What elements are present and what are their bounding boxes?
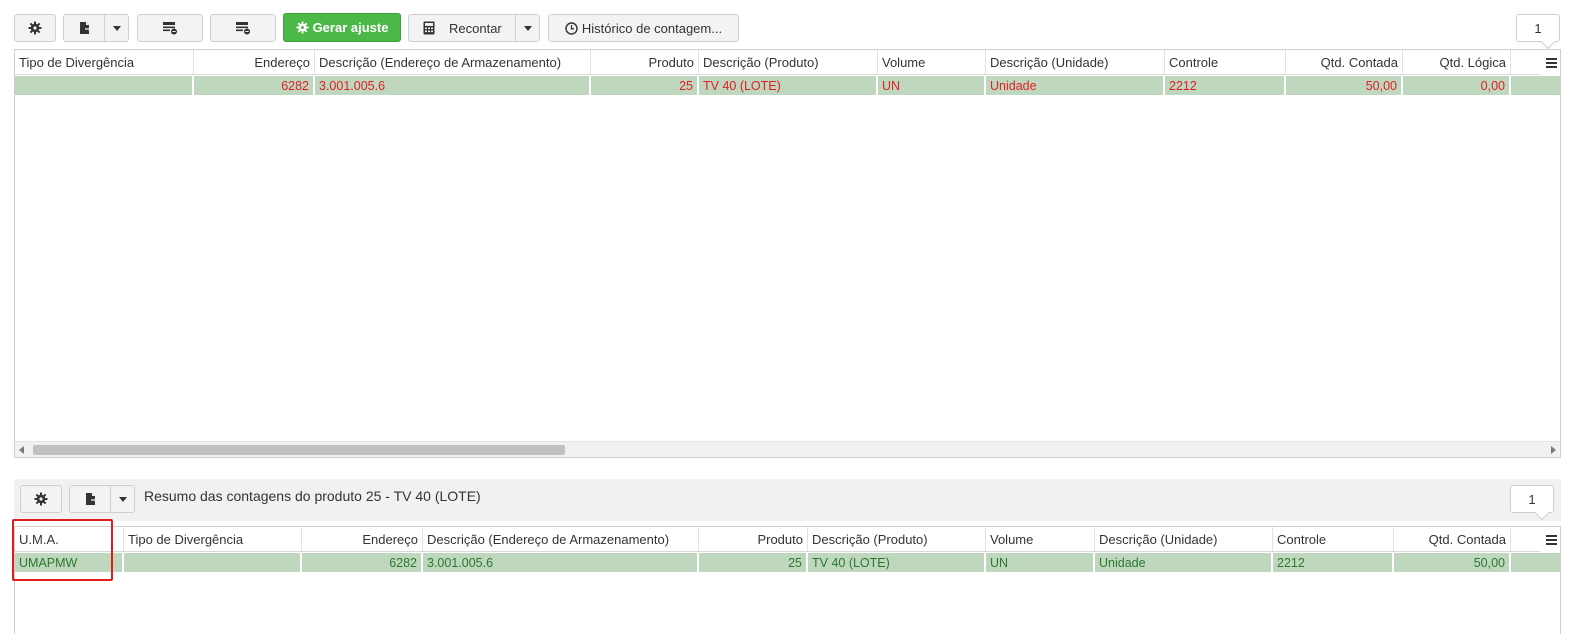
hamburger-icon — [1545, 57, 1557, 68]
summary-export-split-button[interactable] — [69, 485, 135, 513]
column-header[interactable]: Volume — [878, 50, 986, 74]
cell-uma: UMAPMW — [15, 553, 124, 572]
gear-icon — [34, 492, 48, 506]
column-header[interactable]: Descrição (Endereço de Armazenamento) — [423, 527, 699, 551]
chevron-down-icon — [523, 25, 532, 31]
recontar-dropdown-toggle[interactable] — [515, 15, 539, 41]
column-header[interactable]: Tipo de Divergência — [15, 50, 194, 74]
column-header[interactable]: Descrição (Produto) — [808, 527, 986, 551]
gear-icon — [296, 21, 309, 34]
settings-button[interactable] — [14, 14, 56, 42]
gerar-ajuste-label: Gerar ajuste — [312, 20, 389, 35]
scroll-left-icon[interactable] — [19, 446, 24, 454]
cell-descricao-produto: TV 40 (LOTE) — [808, 553, 986, 572]
column-header[interactable]: Produto — [591, 50, 699, 74]
divergence-grid: Tipo de Divergência Endereço Descrição (… — [14, 49, 1561, 458]
cell-volume: UN — [986, 553, 1095, 572]
column-header[interactable]: Controle — [1165, 50, 1286, 74]
cell-qtd-logica: 0,00 — [1403, 76, 1511, 95]
recontar-label: Recontar — [449, 20, 502, 36]
summary-settings-button[interactable] — [20, 485, 62, 513]
chevron-down-icon — [112, 25, 121, 31]
cell-produto: 25 — [591, 76, 699, 95]
scrollbar-thumb[interactable] — [33, 445, 565, 455]
summary-export-dropdown-toggle[interactable] — [110, 486, 134, 512]
summary-grid: U.M.A. Tipo de Divergência Endereço Desc… — [14, 526, 1561, 634]
export-dropdown-toggle[interactable] — [104, 15, 128, 41]
recontar-split-button[interactable]: Recontar — [408, 14, 540, 42]
historico-contagem-button[interactable]: Histórico de contagem... — [548, 14, 739, 42]
column-header[interactable]: Qtd. Contada — [1286, 50, 1403, 74]
page-number: 1 — [1528, 491, 1536, 507]
cell-tipo-divergencia — [124, 553, 302, 572]
scroll-right-icon[interactable] — [1551, 446, 1556, 454]
calculator-icon — [423, 21, 435, 35]
table-remove-icon — [163, 22, 177, 35]
hamburger-icon — [1545, 534, 1557, 545]
column-header[interactable]: Endereço — [194, 50, 315, 74]
page-indicator-top[interactable]: 1 — [1516, 14, 1560, 42]
cell-controle: 2212 — [1165, 76, 1286, 95]
table-clear-button[interactable] — [210, 14, 276, 42]
column-header[interactable]: Volume — [986, 527, 1095, 551]
cell-overflow — [1511, 553, 1560, 572]
column-header[interactable]: Descrição (Unidade) — [1095, 527, 1273, 551]
column-header[interactable]: Qtd. Contada — [1394, 527, 1511, 551]
column-menu-icon[interactable] — [1540, 50, 1560, 75]
grid-header: U.M.A. Tipo de Divergência Endereço Desc… — [15, 527, 1560, 552]
cell-descricao-produto: TV 40 (LOTE) — [699, 76, 878, 95]
column-header[interactable]: U.M.A. — [15, 527, 124, 551]
gear-icon — [28, 21, 42, 35]
cell-controle: 2212 — [1273, 553, 1394, 572]
page-number: 1 — [1534, 20, 1542, 36]
cell-qtd-contada: 50,00 — [1394, 553, 1511, 572]
table-row[interactable]: 6282 3.001.005.6 25 TV 40 (LOTE) UN Unid… — [15, 76, 1560, 95]
column-header[interactable]: Descrição (Produto) — [699, 50, 878, 74]
cell-descricao-unidade: Unidade — [986, 76, 1165, 95]
file-export-icon — [86, 493, 98, 505]
column-header[interactable]: Produto — [699, 527, 808, 551]
file-export-icon — [80, 22, 92, 34]
cell-endereco: 6282 — [194, 76, 315, 95]
column-menu-icon[interactable] — [1540, 527, 1560, 552]
column-header[interactable]: Tipo de Divergência — [124, 527, 302, 551]
grid-header: Tipo de Divergência Endereço Descrição (… — [15, 50, 1560, 75]
clock-icon — [565, 21, 578, 35]
export-split-button[interactable] — [63, 14, 129, 42]
cell-descricao-endereco: 3.001.005.6 — [423, 553, 699, 572]
table-row[interactable]: UMAPMW 6282 3.001.005.6 25 TV 40 (LOTE) … — [15, 553, 1560, 572]
cell-descricao-unidade: Unidade — [1095, 553, 1273, 572]
table-remove-button[interactable] — [137, 14, 203, 42]
column-header[interactable]: Controle — [1273, 527, 1394, 551]
horizontal-scrollbar[interactable] — [15, 441, 1560, 457]
cell-overflow — [1511, 76, 1560, 95]
column-header[interactable]: Qtd. Lógica — [1403, 50, 1511, 74]
cell-descricao-endereco: 3.001.005.6 — [315, 76, 591, 95]
cell-produto: 25 — [699, 553, 808, 572]
cell-volume: UN — [878, 76, 986, 95]
cell-tipo-divergencia — [15, 76, 194, 95]
cell-endereco: 6282 — [302, 553, 423, 572]
cell-qtd-contada: 50,00 — [1286, 76, 1403, 95]
gerar-ajuste-button[interactable]: Gerar ajuste — [283, 13, 401, 42]
column-header[interactable]: Endereço — [302, 527, 423, 551]
historico-label: Histórico de contagem... — [581, 20, 723, 36]
column-header[interactable]: Descrição (Unidade) — [986, 50, 1165, 74]
page-indicator-bottom[interactable]: 1 — [1510, 485, 1554, 513]
column-header[interactable]: Descrição (Endereço de Armazenamento) — [315, 50, 591, 74]
chevron-down-icon — [118, 496, 127, 502]
summary-title: Resumo das contagens do produto 25 - TV … — [144, 488, 481, 504]
table-clear-icon — [236, 22, 250, 35]
